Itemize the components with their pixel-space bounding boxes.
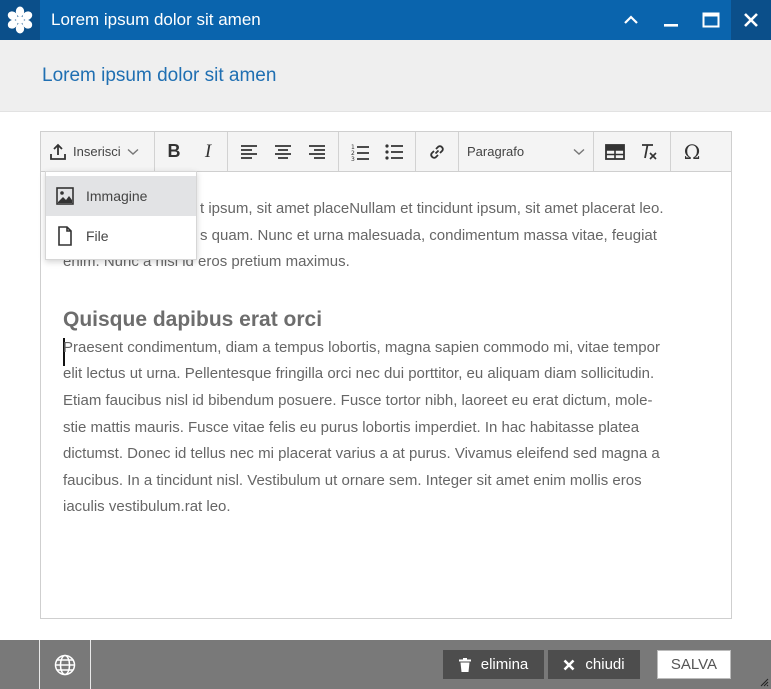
table-icon <box>605 143 625 160</box>
insert-menu-item-label: File <box>86 228 109 244</box>
align-center-button[interactable] <box>266 136 300 168</box>
minimize-button[interactable] <box>651 0 691 40</box>
clear-format-button[interactable] <box>632 136 666 168</box>
image-icon <box>56 187 74 205</box>
file-icon <box>58 226 72 246</box>
align-right-icon <box>309 144 325 159</box>
chevron-down-icon <box>127 148 139 155</box>
clear-format-icon <box>642 143 657 160</box>
special-char-button[interactable]: Ω <box>675 136 709 168</box>
ordered-list-icon: 123 <box>351 144 369 161</box>
dialog-header: Lorem ipsum dolor sit amen <box>0 40 771 112</box>
omega-icon: Ω <box>683 139 701 164</box>
bullet-list-button[interactable] <box>377 136 411 168</box>
close-dialog-button[interactable]: chiudi <box>548 650 640 679</box>
insert-label: Inserisci <box>73 144 121 159</box>
italic-icon: I <box>204 140 212 162</box>
paragraph-line: faucibus. In a tincidunt nisl. Vestibulu… <box>63 471 642 489</box>
chevron-up-icon <box>624 15 638 24</box>
close-button-label: chiudi <box>585 656 625 673</box>
content-heading: Quisque dapibus erat orci <box>63 307 323 331</box>
paragraph-line: elit lectus ut urna. Pellentesque fringi… <box>63 365 655 383</box>
delete-button[interactable]: elimina <box>443 650 544 679</box>
ordered-list-button[interactable]: 123 <box>343 136 377 168</box>
dialog-footer: elimina chiudi SALVA <box>0 640 771 689</box>
paragraph-line: dictumst. Donec id tellus nec mi placera… <box>63 445 660 463</box>
chevron-down-icon <box>573 148 585 155</box>
link-icon <box>430 144 444 159</box>
maximize-icon <box>702 12 720 28</box>
close-icon <box>563 659 575 670</box>
table-button[interactable] <box>598 136 632 168</box>
align-center-icon <box>275 144 291 159</box>
insert-menu-item-file[interactable]: File <box>46 216 196 256</box>
svg-text:3: 3 <box>351 156 355 161</box>
editor-toolbar: Inserisci B I 123 Paragrafo Ω <box>41 132 731 172</box>
window-titlebar: Lorem ipsum dolor sit amen <box>0 0 771 40</box>
insert-menu: Immagine File <box>45 171 197 260</box>
bullet-list-icon <box>385 143 403 160</box>
asterisk-logo-icon <box>0 0 40 40</box>
language-button[interactable] <box>39 640 91 689</box>
align-right-button[interactable] <box>300 136 334 168</box>
dialog-title: Lorem ipsum dolor sit amen <box>42 65 277 86</box>
globe-icon <box>54 654 76 675</box>
paragraph-format-select[interactable]: Paragrafo <box>459 136 593 168</box>
align-left-icon <box>241 144 257 159</box>
paragraph-line: stie mattis mauris. Fusce vitae felis eu… <box>63 418 640 436</box>
bold-button[interactable]: B <box>159 136 189 168</box>
trash-icon <box>458 657 471 672</box>
bold-icon: B <box>167 141 181 161</box>
paragraph-format-value: Paragrafo <box>467 144 525 159</box>
minimize-icon <box>664 24 678 27</box>
collapse-button[interactable] <box>611 0 651 40</box>
link-button[interactable] <box>420 136 454 168</box>
resize-grip-icon[interactable] <box>760 678 769 687</box>
window-title: Lorem ipsum dolor sit amen <box>51 10 261 29</box>
upload-icon <box>50 143 66 160</box>
maximize-button[interactable] <box>691 0 731 40</box>
paragraph-line: iaculis vestibulum.rat leo. <box>63 498 231 516</box>
insert-dropdown[interactable]: Inserisci <box>41 136 154 168</box>
close-icon <box>744 13 758 27</box>
align-left-button[interactable] <box>232 136 266 168</box>
insert-menu-item-label: Immagine <box>86 188 148 204</box>
paragraph-line: Etiam faucibus nisl id bibendum posuere.… <box>63 391 653 409</box>
save-button[interactable]: SALVA <box>657 650 731 679</box>
italic-button[interactable]: I <box>193 136 223 168</box>
paragraph-line: Praesent condimentum, diam a tempus lobo… <box>63 338 660 356</box>
insert-menu-item-image[interactable]: Immagine <box>46 176 196 216</box>
close-button[interactable] <box>731 0 771 40</box>
delete-button-label: elimina <box>480 656 529 673</box>
